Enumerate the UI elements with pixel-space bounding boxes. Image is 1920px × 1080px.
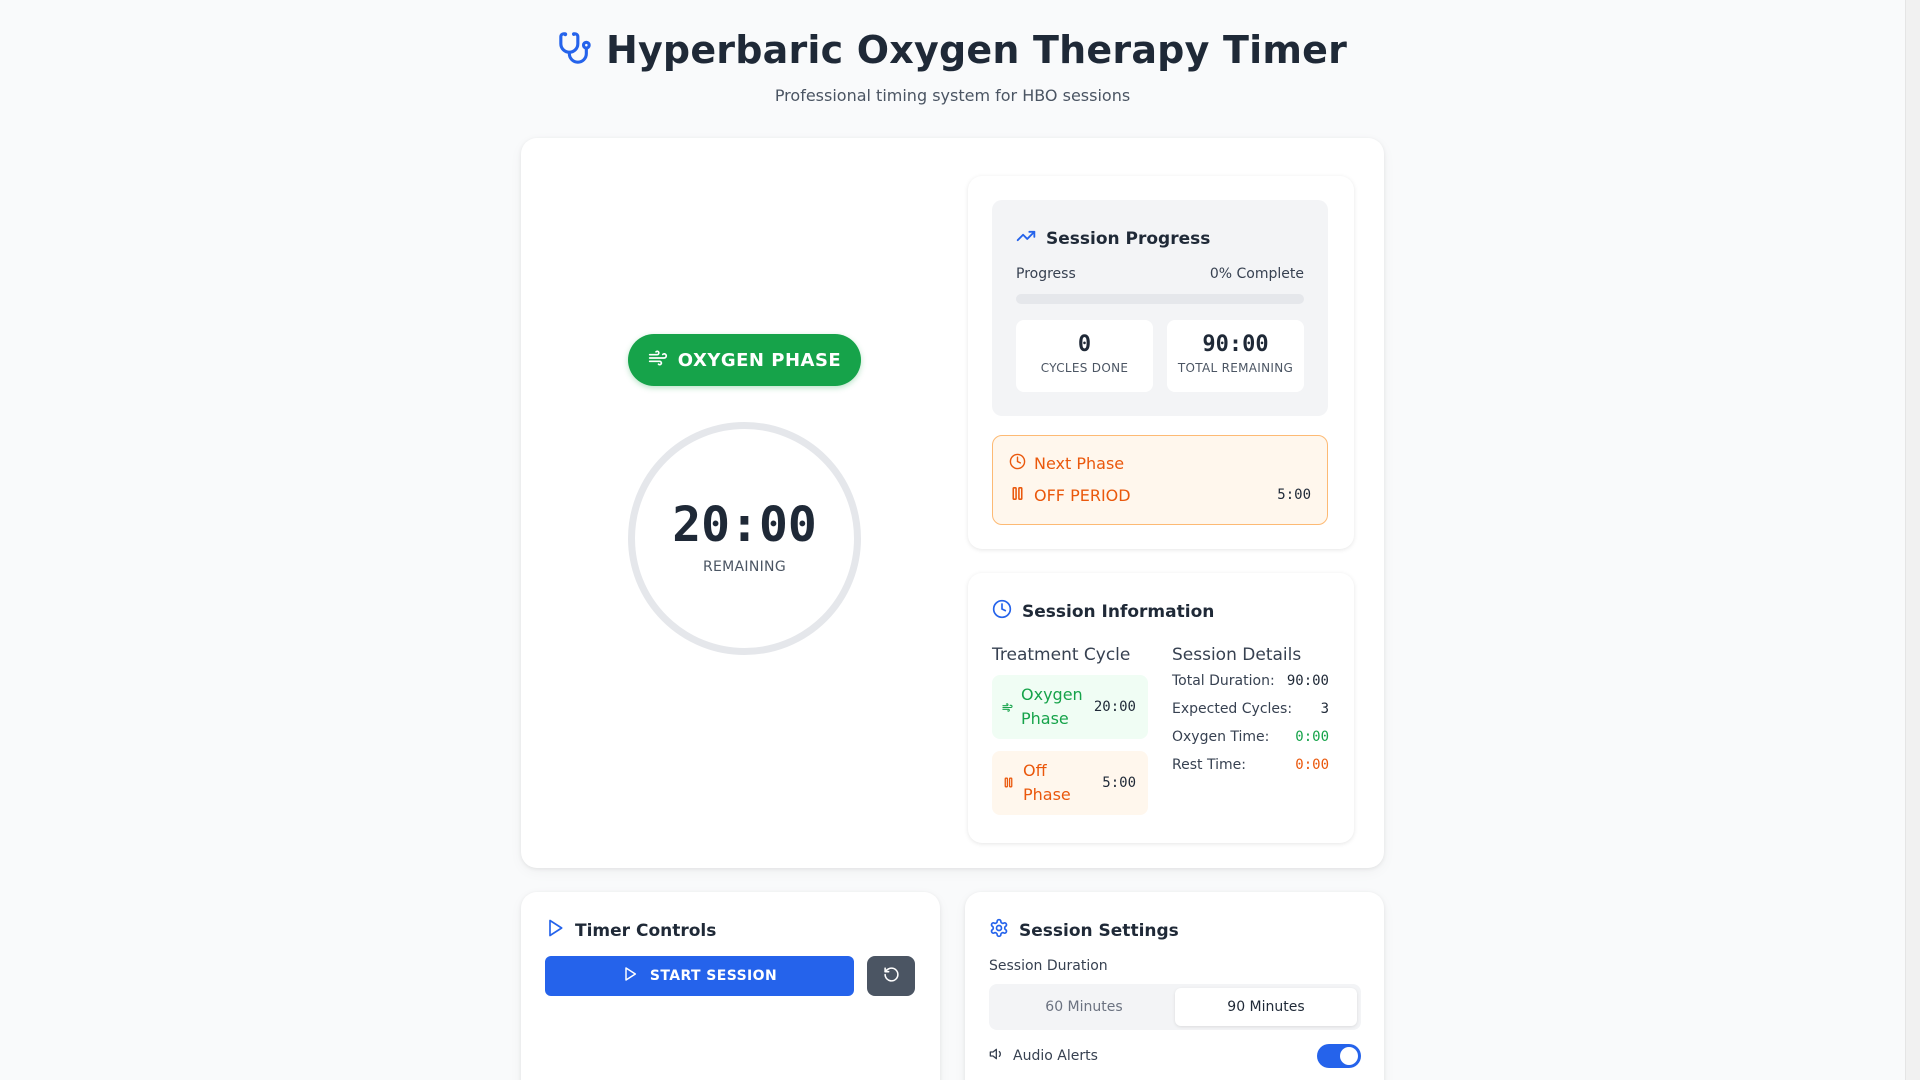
total-remaining-stat: 90:00 TOTAL REMAINING xyxy=(1167,320,1304,392)
detail-value: 0:00 xyxy=(1295,729,1329,745)
wind-icon xyxy=(1002,698,1013,717)
total-remaining-label: TOTAL REMAINING xyxy=(1177,361,1294,375)
start-session-button[interactable]: START SESSION xyxy=(545,956,854,996)
off-phase-name: Off Phase xyxy=(1023,761,1071,804)
audio-alerts-row: Audio Alerts xyxy=(989,1046,1098,1066)
next-phase-label: Next Phase xyxy=(1034,454,1125,473)
timer-controls-card: Timer Controls START SESSION xyxy=(521,892,940,1080)
page-title: Hyperbaric Oxygen Therapy Timer xyxy=(605,28,1348,72)
page-scrollbar[interactable] xyxy=(1905,0,1920,1080)
detail-oxygen-time: Oxygen Time: 0:00 xyxy=(1172,729,1329,745)
cycles-done-label: CYCLES DONE xyxy=(1040,361,1129,375)
pause-icon xyxy=(1009,485,1026,506)
toggle-knob xyxy=(1340,1047,1358,1065)
next-phase-box: Next Phase OFF PERIOD 5:00 xyxy=(992,435,1328,525)
session-settings-title: Session Settings xyxy=(1019,920,1179,941)
page-header: Hyperbaric Oxygen Therapy Timer Professi… xyxy=(0,28,1905,105)
session-progress-heading: Session Progress xyxy=(1016,226,1210,251)
timer-card: OXYGEN PHASE 20:00 REMAINING Session Pro… xyxy=(521,138,1384,868)
off-phase-item: Off Phase 5:00 xyxy=(992,751,1148,815)
timer-ring: 20:00 REMAINING xyxy=(628,422,861,655)
total-remaining-value: 90:00 xyxy=(1202,332,1269,357)
cycles-done-stat: 0 CYCLES DONE xyxy=(1016,320,1153,392)
pause-icon xyxy=(1002,774,1015,793)
wind-icon xyxy=(648,348,668,373)
audio-alerts-label: Audio Alerts xyxy=(1013,1048,1098,1064)
detail-label: Total Duration: xyxy=(1172,673,1275,689)
cycles-done-value: 0 xyxy=(1077,332,1092,357)
play-icon xyxy=(622,966,638,986)
next-phase-time: 5:00 xyxy=(1277,487,1311,503)
detail-rest-time: Rest Time: 0:00 xyxy=(1172,757,1329,773)
next-phase-heading: Next Phase xyxy=(1009,453,1124,474)
detail-label: Expected Cycles: xyxy=(1172,701,1293,717)
audio-alerts-toggle[interactable] xyxy=(1317,1044,1361,1068)
detail-total-duration: Total Duration: 90:00 xyxy=(1172,673,1329,689)
detail-value: 90:00 xyxy=(1286,673,1329,689)
treatment-cycle-heading: Treatment Cycle xyxy=(992,645,1131,665)
progress-label: Progress xyxy=(1016,266,1076,282)
play-icon xyxy=(545,918,565,943)
session-progress-title: Session Progress xyxy=(1046,228,1211,249)
next-phase-name-row: OFF PERIOD xyxy=(1009,485,1131,506)
detail-label: Rest Time: xyxy=(1172,757,1246,773)
progress-panel: Session Progress Progress 0% Complete 0 … xyxy=(968,176,1354,549)
session-progress-box: Session Progress Progress 0% Complete 0 … xyxy=(992,200,1328,416)
detail-label: Oxygen Time: xyxy=(1172,729,1270,745)
progress-percent: 0% Complete xyxy=(1209,266,1304,282)
progress-labels: Progress 0% Complete xyxy=(1016,266,1304,282)
session-duration-selector: 60 Minutes 90 Minutes xyxy=(989,984,1361,1030)
timer-display: 20:00 xyxy=(672,496,817,553)
session-info-heading: Session Information xyxy=(992,599,1214,624)
session-details-heading: Session Details xyxy=(1172,645,1302,665)
oxygen-phase-name: Oxygen Phase xyxy=(1021,685,1083,728)
volume-icon xyxy=(989,1046,1005,1066)
trending-up-icon xyxy=(1016,226,1036,251)
start-session-label: START SESSION xyxy=(649,968,778,984)
clock-icon xyxy=(992,599,1012,624)
session-settings-heading: Session Settings xyxy=(989,918,1179,943)
session-info-title: Session Information xyxy=(1022,601,1215,622)
oxygen-phase-item: Oxygen Phase 20:00 xyxy=(992,675,1148,739)
detail-value: 0:00 xyxy=(1295,757,1329,773)
duration-option-90[interactable]: 90 Minutes xyxy=(1175,988,1357,1026)
next-phase-name: OFF PERIOD xyxy=(1034,486,1131,505)
progress-bar xyxy=(1016,294,1304,304)
timer-controls-title: Timer Controls xyxy=(575,920,717,941)
rotate-ccw-icon xyxy=(883,966,900,987)
detail-value: 3 xyxy=(1320,701,1329,717)
timer-controls-heading: Timer Controls xyxy=(545,918,716,943)
off-phase-time: 5:00 xyxy=(1102,775,1136,791)
session-duration-label: Session Duration xyxy=(989,958,1108,974)
stethoscope-icon xyxy=(558,31,592,69)
reset-button[interactable] xyxy=(867,956,915,996)
detail-expected-cycles: Expected Cycles: 3 xyxy=(1172,701,1329,717)
duration-option-60[interactable]: 60 Minutes xyxy=(993,988,1175,1026)
session-info-panel: Session Information Treatment Cycle Sess… xyxy=(968,573,1354,843)
session-settings-card: Session Settings Session Duration 60 Min… xyxy=(965,892,1384,1080)
gear-icon xyxy=(989,918,1009,943)
phase-badge: OXYGEN PHASE xyxy=(628,334,861,386)
remaining-label: REMAINING xyxy=(703,558,786,575)
clock-icon xyxy=(1009,453,1026,474)
oxygen-phase-time: 20:00 xyxy=(1093,699,1136,715)
phase-label: OXYGEN PHASE xyxy=(677,349,842,371)
page-subtitle: Professional timing system for HBO sessi… xyxy=(774,86,1131,105)
